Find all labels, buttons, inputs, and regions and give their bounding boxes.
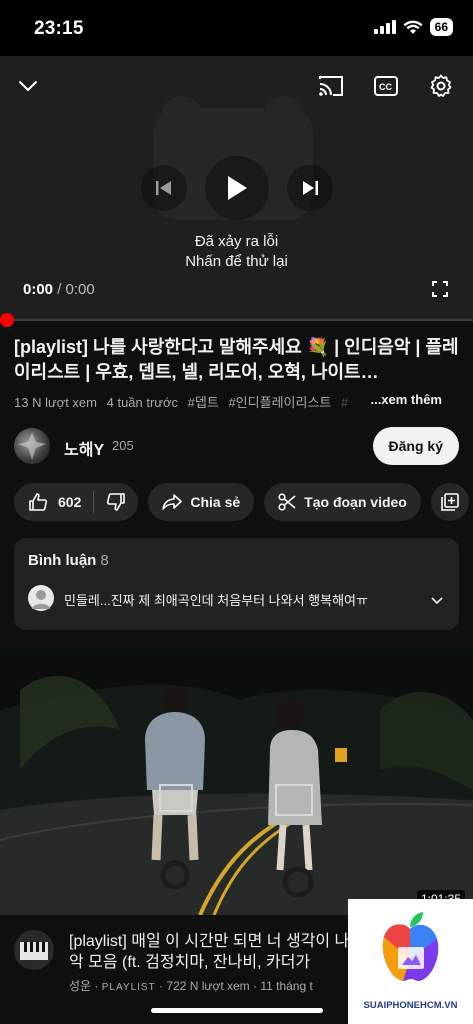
- share-label: Chia sẻ: [190, 494, 241, 510]
- channel-row: 노해Y 205 Đăng ký: [14, 427, 459, 467]
- add-to-playlist-icon: [441, 493, 459, 511]
- pill-divider: [93, 491, 95, 513]
- action-row: 602 Chia sẻ Tạo đoạn video: [14, 483, 469, 521]
- top-comment-text: 민들레...진짜 제 최애곡인데 처음부터 나와서 행복해여ㅠ: [64, 593, 368, 608]
- next-view-count: 722 N lượt xem: [166, 979, 250, 993]
- next-button[interactable]: [286, 165, 333, 211]
- expand-chevron-icon[interactable]: [431, 592, 443, 610]
- time-display: 0:00 / 0:00: [23, 281, 95, 298]
- next-channel-avatar[interactable]: [14, 930, 54, 970]
- clip-button[interactable]: Tạo đoạn video: [264, 483, 421, 521]
- svg-text:CC: CC: [379, 82, 392, 92]
- collapse-chevron-icon[interactable]: [14, 72, 42, 100]
- settings-gear-icon[interactable]: [427, 72, 455, 100]
- skip-next-icon: [302, 181, 318, 195]
- play-button[interactable]: [204, 156, 269, 220]
- video-title[interactable]: [playlist] 나를 사랑한다고 말해주세요 💐 | 인디음악 | 플레이…: [14, 335, 462, 385]
- progress-track[interactable]: [0, 319, 473, 321]
- watermark-text: SUAIPHONEHCM.VN: [363, 1000, 458, 1011]
- watermark-logo: SUAIPHONEHCM.VN: [348, 899, 473, 1024]
- subscribe-button[interactable]: Đăng ký: [372, 427, 459, 465]
- comments-count: 8: [100, 552, 109, 569]
- playback-controls: [0, 156, 473, 220]
- commenter-avatar: [28, 585, 54, 611]
- save-to-playlist-button[interactable]: [430, 483, 469, 521]
- hashtag[interactable]: #뎁트: [188, 395, 219, 410]
- upload-age: 4 tuần trước: [106, 395, 179, 410]
- duration-time: 0:00: [65, 281, 95, 298]
- time-separator: /: [53, 281, 66, 298]
- comments-header: Bình luận 8: [28, 552, 109, 569]
- status-bar: 23:15 66: [0, 0, 473, 56]
- share-button[interactable]: Chia sẻ: [148, 483, 255, 521]
- scissors-icon: [278, 493, 296, 511]
- playlist-badge: PLAYLIST: [101, 982, 156, 993]
- status-icons: 66: [373, 18, 453, 36]
- next-video-thumbnail[interactable]: 1:01:35: [0, 650, 473, 915]
- like-button[interactable]: 602: [28, 492, 81, 512]
- next-video-meta: 성운 · PLAYLIST · 722 N lượt xem · 11 thán…: [69, 979, 313, 993]
- dislike-button[interactable]: [106, 492, 126, 512]
- progress-scrubber[interactable]: [0, 313, 14, 327]
- error-line-1: Đã xảy ra lỗi: [194, 233, 279, 250]
- skip-previous-icon: [155, 181, 171, 195]
- previous-button[interactable]: [140, 165, 187, 211]
- clip-label: Tạo đoạn video: [304, 494, 407, 510]
- next-channel-name: 성운: [69, 979, 92, 993]
- video-meta[interactable]: 13 N lượt xem 4 tuần trước #뎁트 #인디플레이리스트…: [14, 392, 462, 411]
- status-time: 23:15: [34, 18, 84, 39]
- current-time: 0:00: [23, 281, 54, 298]
- share-icon: [162, 494, 183, 510]
- home-indicator[interactable]: [151, 1008, 323, 1013]
- thumbs-down-icon: [107, 493, 126, 511]
- show-more-link[interactable]: ...xem thêm: [364, 392, 442, 407]
- hashtag[interactable]: #: [341, 395, 348, 410]
- video-player[interactable]: CC Đã xảy ra lỗi Nhấn để thử lại 0:00 / …: [0, 56, 473, 320]
- channel-name[interactable]: 노해Y: [64, 436, 104, 460]
- view-count: 13 N lượt xem: [14, 395, 97, 410]
- error-line-2: Nhấn để thử lại: [185, 253, 288, 270]
- thumbs-up-icon: [29, 493, 48, 511]
- captions-icon[interactable]: CC: [372, 72, 400, 100]
- channel-avatar[interactable]: [14, 428, 50, 464]
- subscriber-count: 205: [112, 438, 134, 453]
- next-upload-age: 11 tháng t: [260, 979, 313, 993]
- error-message[interactable]: Đã xảy ra lỗi Nhấn để thử lại: [0, 232, 473, 272]
- like-dislike-group: 602: [14, 483, 139, 521]
- wifi-icon: [403, 20, 423, 34]
- fullscreen-icon[interactable]: [426, 275, 454, 303]
- thumbnail-scene-image: [0, 650, 473, 915]
- apple-logo-icon: [382, 912, 439, 981]
- hashtag[interactable]: #인디플레이리스트: [228, 395, 331, 410]
- comments-panel[interactable]: Bình luận 8 민들레...진짜 제 최애곡인데 처음부터 나와서 행복해…: [14, 538, 459, 630]
- like-count: 602: [58, 494, 82, 510]
- battery-indicator: 66: [429, 18, 453, 36]
- comments-title: Bình luận: [28, 552, 97, 569]
- piano-keys-icon: [20, 942, 48, 960]
- cellular-signal-icon: [373, 20, 396, 34]
- play-icon: [227, 176, 247, 200]
- cast-icon[interactable]: [317, 72, 345, 100]
